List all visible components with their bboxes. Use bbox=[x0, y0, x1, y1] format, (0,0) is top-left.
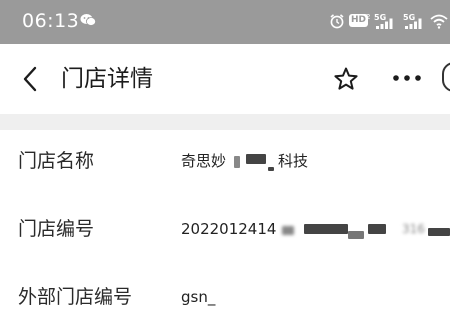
signal-strength-icon bbox=[376, 18, 393, 29]
field-row-external-store-number: 外部门店编号 gsn_ bbox=[0, 266, 450, 336]
close-mini-program-button[interactable] bbox=[442, 62, 450, 92]
page-title: 门店详情 bbox=[61, 66, 153, 92]
field-value-store-number-end: 316 bbox=[402, 222, 425, 236]
redacted-block bbox=[234, 156, 240, 168]
star-outline-icon[interactable] bbox=[333, 66, 359, 92]
field-value-store-name-end: 科技 bbox=[278, 152, 309, 170]
redacted-block bbox=[282, 226, 294, 235]
ellipsis-icon[interactable] bbox=[392, 74, 422, 82]
field-value-store-number-start: 2022012414 bbox=[181, 220, 277, 238]
status-bar: 06:13 HD 2 5G 5G bbox=[0, 0, 450, 44]
field-label-store-name: 门店名称 bbox=[18, 150, 95, 172]
field-label-external-store-number: 外部门店编号 bbox=[18, 286, 133, 308]
redacted-block bbox=[268, 167, 274, 171]
wechat-icon bbox=[80, 14, 96, 26]
redacted-block bbox=[428, 228, 450, 236]
field-value-external-store-number: gsn_ bbox=[181, 288, 216, 306]
redacted-block bbox=[368, 224, 386, 234]
field-value-store-name-start: 奇思妙 bbox=[181, 152, 227, 170]
alarm-icon bbox=[330, 14, 344, 29]
redacted-block bbox=[304, 224, 348, 234]
status-time: 06:13 bbox=[22, 10, 80, 32]
redacted-block bbox=[246, 154, 266, 164]
signal-strength-icon-2 bbox=[405, 18, 422, 29]
redacted-block bbox=[348, 231, 364, 239]
nav-bar: 门店详情 bbox=[0, 44, 450, 114]
field-row-store-number: 门店编号 2022012414 316 bbox=[0, 198, 450, 268]
field-row-store-name: 门店名称 奇思妙 ​ 科技 bbox=[0, 130, 450, 200]
section-separator bbox=[0, 114, 450, 130]
hd-sub-label: 2 bbox=[366, 13, 371, 21]
chevron-left-icon[interactable] bbox=[20, 64, 40, 94]
field-label-store-number: 门店编号 bbox=[18, 218, 95, 240]
wifi-icon bbox=[430, 14, 448, 29]
